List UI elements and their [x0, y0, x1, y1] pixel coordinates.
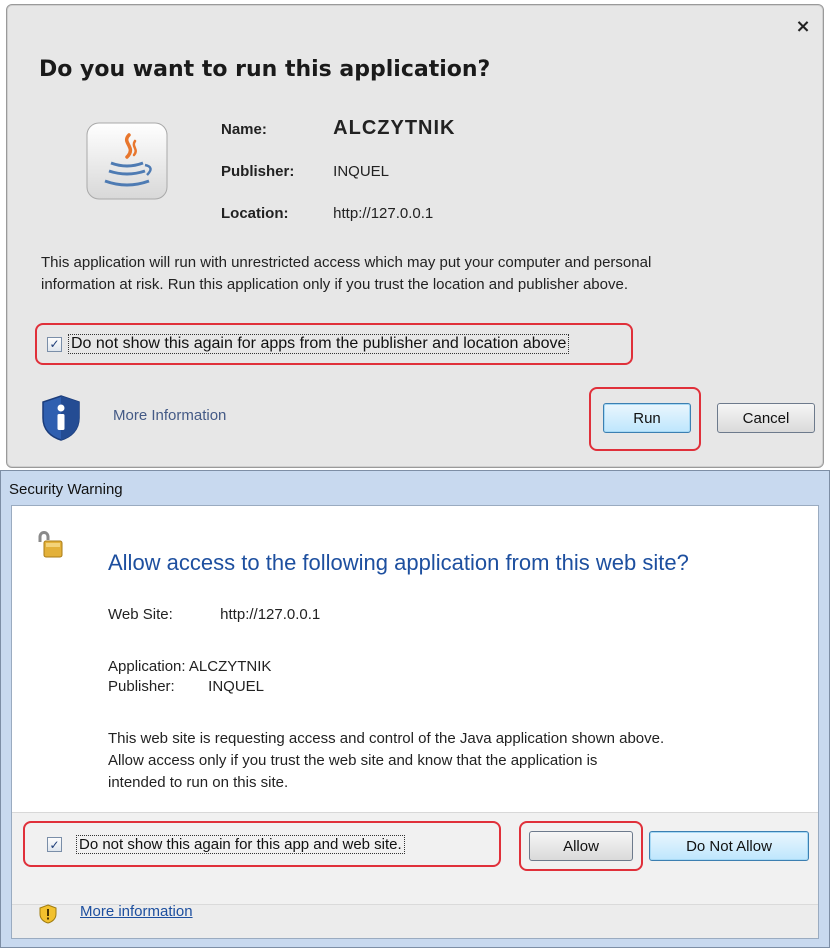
publisher-row: Publisher: INQUEL: [108, 678, 264, 695]
name-value: ALCZYTNIK: [333, 117, 456, 139]
window-title: Security Warning: [9, 481, 123, 498]
access-warning-line: intended to run on this site.: [108, 774, 289, 791]
name-label: Name:: [221, 121, 267, 138]
location-label: Location:: [221, 205, 289, 222]
cancel-button[interactable]: Cancel: [717, 403, 815, 433]
access-warning-line: Allow access only if you trust the web s…: [108, 752, 598, 769]
location-value: http://127.0.0.1: [333, 205, 434, 222]
divider: [12, 812, 818, 813]
risk-warning-line: information at risk. Run this applicatio…: [41, 276, 628, 293]
do-not-show-again-label[interactable]: Do not show this again for this app and …: [76, 835, 405, 854]
location-row: Location: http://127.0.0.1: [221, 205, 433, 222]
publisher-value: INQUEL: [208, 678, 265, 695]
do-not-show-again-checkbox[interactable]: ✓: [47, 336, 62, 352]
do-not-show-again-row[interactable]: ✓ Do not show this again for this app an…: [47, 835, 405, 854]
do-not-show-again-label[interactable]: Do not show this again for apps from the…: [68, 334, 570, 354]
shield-info-icon: [42, 395, 80, 441]
publisher-label: Publisher:: [108, 678, 175, 695]
warning-shield-icon: [39, 904, 57, 924]
publisher-value: INQUEL: [333, 163, 390, 180]
java-run-dialog: × Do you want to run this application? N…: [6, 4, 824, 468]
publisher-row: Publisher: INQUEL: [221, 163, 389, 180]
access-warning-line: This web site is requesting access and c…: [108, 730, 665, 747]
run-button[interactable]: Run: [603, 403, 691, 433]
dialog-content: Allow access to the following applicatio…: [11, 505, 819, 939]
java-cup-icon: [86, 122, 168, 200]
application-value: ALCZYTNIK: [188, 658, 272, 675]
website-row: Web Site: http://127.0.0.1: [108, 606, 320, 623]
risk-warning-text: This application will run with unrestric…: [41, 252, 801, 296]
risk-warning-line: This application will run with unrestric…: [41, 254, 652, 271]
access-warning-text: This web site is requesting access and c…: [108, 728, 808, 794]
do-not-allow-button[interactable]: Do Not Allow: [649, 831, 809, 861]
close-button[interactable]: ×: [793, 17, 813, 37]
allow-button[interactable]: Allow: [529, 831, 633, 861]
website-value: http://127.0.0.1: [220, 606, 321, 623]
name-row: Name: ALCZYTNIK: [221, 117, 456, 140]
dialog-heading: Allow access to the following applicatio…: [108, 550, 689, 575]
application-row: Application: ALCZYTNIK: [108, 658, 271, 675]
do-not-show-again-checkbox[interactable]: ✓: [47, 837, 62, 852]
do-not-show-again-row[interactable]: ✓ Do not show this again for apps from t…: [35, 323, 633, 365]
lock-icon: [38, 531, 63, 558]
website-label: Web Site:: [108, 606, 173, 623]
dialog-heading: Do you want to run this application?: [39, 57, 491, 82]
application-label: Application:: [108, 658, 186, 675]
publisher-label: Publisher:: [221, 163, 295, 180]
security-warning-dialog: Security Warning Allow access to the fol…: [0, 470, 830, 948]
more-information-link[interactable]: More Information: [113, 407, 226, 424]
more-information-link[interactable]: More information: [80, 903, 193, 920]
